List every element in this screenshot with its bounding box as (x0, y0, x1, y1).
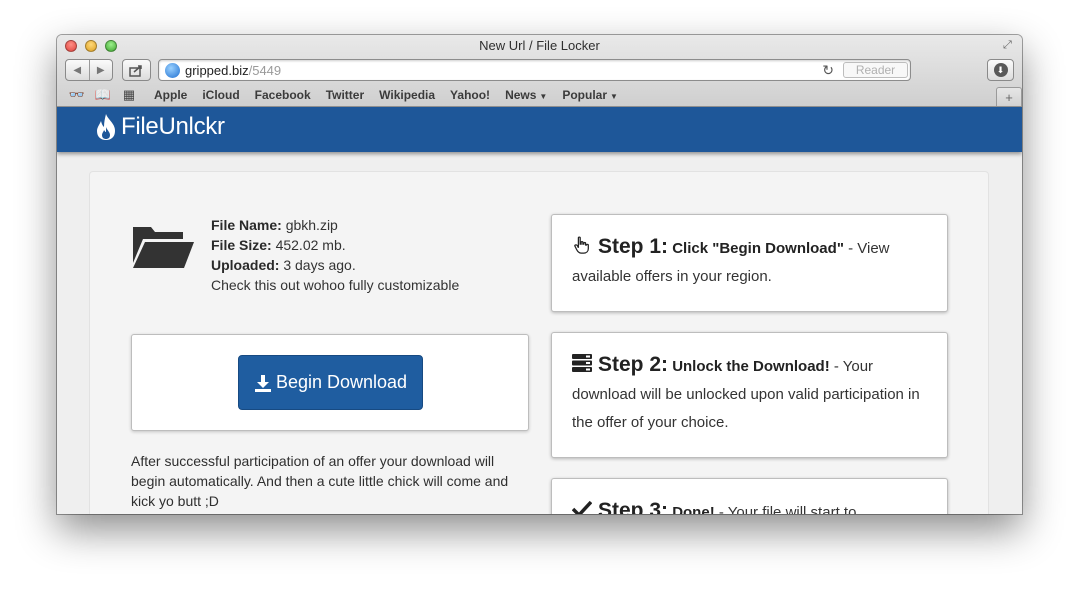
browser-window: New Url / File Locker ⤢ ◀ ▶ gripped.biz/… (57, 35, 1022, 514)
forward-arrow-icon: ▶ (96, 64, 105, 76)
bookmark-menu-popular[interactable]: Popular ▼ (562, 88, 618, 102)
uploaded-row: Uploaded: 3 days ago. (211, 255, 459, 275)
bookmark-icloud[interactable]: iCloud (202, 88, 239, 102)
download-box: Begin Download (131, 334, 529, 431)
file-name-value: gbkh.zip (285, 217, 338, 233)
step-2-title: Step 2: (598, 353, 669, 376)
uploaded-value: 3 days ago. (283, 257, 356, 273)
step-3-text: - Your file will start to (714, 504, 857, 514)
file-info: File Name: gbkh.zip File Size: 452.02 mb… (211, 215, 459, 295)
forward-button[interactable]: ▶ (90, 60, 113, 80)
begin-download-label: Begin Download (275, 372, 408, 392)
window-title: New Url / File Locker (479, 38, 600, 53)
browser-toolbar: ◀ ▶ gripped.biz/5449 ↻ Reader ⬇ (57, 59, 1022, 83)
flame-icon (97, 114, 115, 140)
reload-icon[interactable]: ↻ (822, 62, 834, 79)
bookmark-menu-news-label: News (505, 88, 537, 102)
bookmark-twitter[interactable]: Twitter (326, 88, 364, 102)
uploaded-label: Uploaded: (211, 257, 280, 273)
step-2-card: Step 2: Unlock the Download! - Your down… (551, 332, 948, 458)
after-download-text: After successful participation of an off… (131, 453, 509, 509)
check-icon (572, 500, 592, 514)
file-description: Check this out wohoo fully customizable (211, 277, 460, 293)
file-name-label: File Name: (211, 217, 282, 233)
site-header: FileUnlckr (57, 107, 1022, 152)
download-arrow-icon: ⬇ (993, 63, 1008, 77)
bookmark-facebook[interactable]: Facebook (255, 88, 311, 102)
bookmark-apple[interactable]: Apple (154, 88, 187, 102)
chevron-down-icon: ▼ (610, 92, 618, 101)
back-arrow-icon: ◀ (73, 64, 82, 76)
step-3-title: Step 3: (598, 499, 669, 514)
address-bar[interactable]: gripped.biz/5449 ↻ Reader (158, 59, 911, 81)
new-tab-button[interactable]: + (996, 87, 1022, 106)
reading-list-icon[interactable]: 👓 (67, 87, 87, 103)
bookmark-menu-popular-label: Popular (562, 88, 608, 102)
file-size-label: File Size: (211, 237, 272, 253)
chevron-down-icon: ▼ (539, 92, 548, 101)
step-1-action: Click "Begin Download" (672, 240, 844, 257)
bookmark-wikipedia[interactable]: Wikipedia (379, 88, 435, 102)
file-name-row: File Name: gbkh.zip (211, 215, 459, 235)
file-size-value: 452.02 mb. (275, 237, 346, 253)
downloads-button[interactable]: ⬇ (987, 59, 1014, 81)
fullscreen-icon[interactable]: ⤢ (1003, 39, 1016, 52)
bookmark-menu-news[interactable]: News ▼ (505, 88, 547, 102)
back-forward-group: ◀ ▶ (65, 59, 113, 81)
reader-button[interactable]: Reader (843, 62, 908, 78)
back-button[interactable]: ◀ (66, 60, 90, 80)
bookmarks-bar: 👓 📖 ▦ Apple iCloud Facebook Twitter Wiki… (57, 85, 1022, 106)
begin-download-button[interactable]: Begin Download (238, 355, 423, 410)
download-icon (254, 374, 271, 392)
bookmark-yahoo[interactable]: Yahoo! (450, 88, 490, 102)
web-page: FileUnlckr File Name: gbkh.zip File Size… (57, 107, 1022, 514)
logo-text: FileUnlckr (121, 113, 225, 140)
top-sites-grid-icon[interactable]: ▦ (119, 87, 139, 103)
step-3-card: Step 3: Done! - Your file will start to (551, 478, 948, 514)
url-host: gripped.biz (185, 63, 249, 78)
browser-chrome: New Url / File Locker ⤢ ◀ ▶ gripped.biz/… (57, 35, 1022, 107)
site-logo[interactable]: FileUnlckr (95, 113, 225, 141)
url-text[interactable]: gripped.biz/5449 (185, 63, 281, 78)
step-1-card: Step 1: Click "Begin Download" - View av… (551, 214, 948, 312)
share-icon (129, 64, 142, 77)
hand-pointer-icon (574, 236, 589, 254)
step-2-action: Unlock the Download! (672, 358, 830, 375)
step-1-title: Step 1: (598, 235, 669, 258)
step-3-action: Done! (672, 504, 715, 514)
share-button[interactable] (122, 59, 151, 81)
bookmarks-book-icon[interactable]: 📖 (93, 87, 113, 103)
url-path: /5449 (248, 63, 282, 78)
folder-open-icon (133, 227, 194, 268)
tasks-icon (572, 354, 592, 372)
site-globe-icon (165, 63, 180, 78)
file-size-row: File Size: 452.02 mb. (211, 235, 459, 255)
